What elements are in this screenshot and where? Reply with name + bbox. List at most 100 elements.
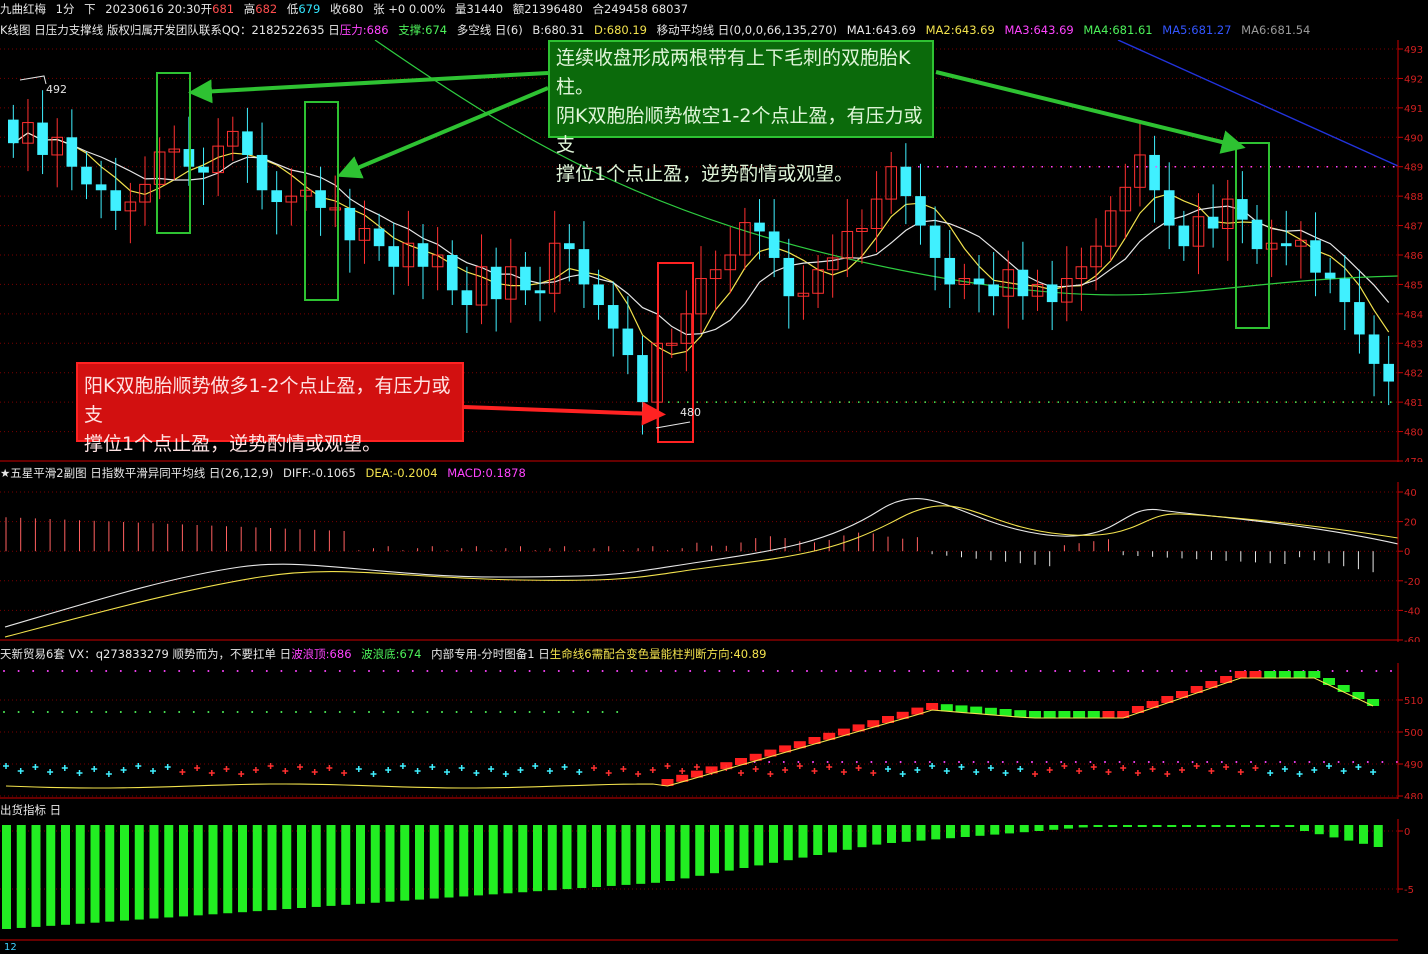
shipment-bar — [1373, 825, 1383, 847]
wave-bottom-dot — [484, 711, 487, 713]
shipment-bar — [164, 825, 174, 918]
wave-top-dot — [32, 670, 35, 672]
signal-cross — [664, 763, 671, 769]
lower-band-dot — [1060, 761, 1063, 763]
wave-top-dot — [630, 670, 633, 672]
volume-title[interactable]: 出货指标 日 — [0, 803, 61, 817]
open-label: 开 — [200, 2, 213, 16]
signal-cross — [738, 770, 744, 776]
candle-bear — [1368, 334, 1380, 364]
shipment-bar — [636, 825, 646, 884]
shipment-bar — [370, 825, 380, 903]
internal-label[interactable]: 内部专用-分时图备1 日 — [431, 647, 550, 661]
shipment-bar — [134, 825, 144, 920]
shipment-bar — [946, 825, 955, 839]
lower-band-dot — [855, 761, 858, 763]
signal-cross — [840, 769, 847, 775]
main-tick-label: 487 — [1404, 222, 1423, 233]
main-title[interactable]: K线图 日压力支撑线 版权归属开发团队联系QQ：2182522635 日 — [0, 23, 340, 37]
candle-bear — [1324, 272, 1336, 279]
macd-chart[interactable]: 40 20 0 -20 -40 -60 — [0, 482, 1428, 642]
lower-band-dot — [899, 761, 902, 763]
long-short-label[interactable]: 多空线 日(6) — [457, 23, 523, 37]
volume-indicator-bar: 出货指标 日 — [0, 801, 67, 819]
shipment-bar — [238, 825, 247, 913]
shipment-bar — [179, 825, 188, 917]
lower-band-dot — [1293, 761, 1296, 763]
quote-header: 九曲红梅 1分 下 20230616 20:30开681 高682 低679 收… — [0, 0, 694, 18]
support-value: 支撑:674 — [398, 23, 448, 37]
signal-cross — [767, 771, 774, 777]
wave-top-value: 波浪顶:686 — [291, 647, 352, 661]
main-tick-label: 486 — [1404, 251, 1423, 262]
signal-cross — [679, 768, 686, 774]
shipment-bar — [651, 825, 660, 883]
lower-band-dot — [1323, 761, 1325, 763]
main-tick-label: 479 — [1404, 457, 1423, 462]
wave-bottom-dot — [3, 711, 5, 713]
wave-bottom-dot — [76, 711, 78, 713]
signal-cross — [1076, 768, 1083, 774]
signal-cross — [355, 766, 362, 772]
shipment-bar — [783, 825, 793, 861]
shipment-bar — [1152, 825, 1162, 827]
signal-cross — [179, 769, 186, 775]
lower-band-dot — [1074, 761, 1077, 763]
shipment-bar — [621, 825, 631, 885]
wave-bottom-dot — [499, 711, 502, 713]
candle-bear — [81, 166, 92, 185]
shipment-bar — [385, 825, 395, 902]
shipment-bar — [1093, 825, 1103, 827]
shipment-bar — [990, 825, 1000, 835]
shipment-bar — [1270, 825, 1280, 827]
lower-band-dot — [1162, 761, 1165, 763]
lower-band-dot — [768, 761, 771, 763]
ma5-value: MA5:681.27 — [1162, 23, 1232, 37]
wave-top-dot — [587, 670, 589, 672]
wave-top-dot — [674, 670, 677, 672]
trend-block — [1058, 711, 1071, 718]
shipment-bar — [724, 825, 734, 871]
wave-top-dot — [514, 670, 516, 672]
wave-top-dot — [324, 670, 327, 672]
wave-bottom-dot — [382, 711, 385, 713]
period-label[interactable]: 1分 — [56, 2, 75, 16]
twin-bear-annotation: 连续收盘形成两根带有上下毛刺的双胞胎K柱。 阴K双胞胎顺势做空1-2个点止盈，有… — [548, 40, 934, 185]
signal-cross — [1208, 768, 1215, 774]
lower-band-dot — [1220, 761, 1223, 763]
trade-title[interactable]: 天新贸易6套 VX：q273833279 顺势而为，不要扛单 日 — [0, 647, 291, 661]
wave-top-dot — [441, 670, 443, 672]
candle-bear — [929, 225, 941, 258]
candle-bear — [373, 228, 385, 247]
trend-block — [1043, 711, 1056, 718]
candle-bear — [1280, 243, 1292, 247]
signal-cross — [1164, 771, 1171, 777]
shipment-bar — [1034, 825, 1044, 831]
shipment-bar — [415, 825, 424, 900]
trend-block — [1087, 711, 1100, 718]
shipment-bar — [223, 825, 233, 914]
main-tick-label: 484 — [1404, 310, 1423, 321]
wave-bottom-dot — [32, 711, 35, 713]
trend-block — [955, 705, 968, 713]
wave-top-dot — [703, 670, 706, 672]
wave-top-dot — [1025, 670, 1027, 672]
shipment-indicator-chart[interactable]: 0 -5 — [0, 819, 1428, 941]
signal-cross — [591, 765, 597, 771]
main-tick-label: 489 — [1404, 163, 1423, 174]
macd-title[interactable]: ★五星平滑2副图 日指数平滑异同平均线 日(26,12,9) — [0, 466, 273, 480]
trend-block — [1029, 711, 1041, 718]
candle-bear — [256, 154, 268, 191]
wave-bottom-dot — [543, 711, 546, 713]
trend-block — [1249, 671, 1262, 678]
trade-signal-chart[interactable]: 510 500 490 480 — [0, 663, 1428, 799]
ma-title[interactable]: 移动平均线 日(0,0,0,66,135,270) — [657, 23, 837, 37]
macd-tick-label: 0 — [1404, 547, 1410, 558]
wave-top-dot — [119, 670, 122, 672]
wave-top-dot — [46, 670, 49, 672]
volume-value: 量31440 — [455, 2, 504, 16]
trend-block — [984, 707, 997, 715]
shipment-bar — [680, 825, 690, 879]
wave-top-dot — [236, 670, 239, 672]
wave-bottom-dot — [616, 711, 619, 713]
